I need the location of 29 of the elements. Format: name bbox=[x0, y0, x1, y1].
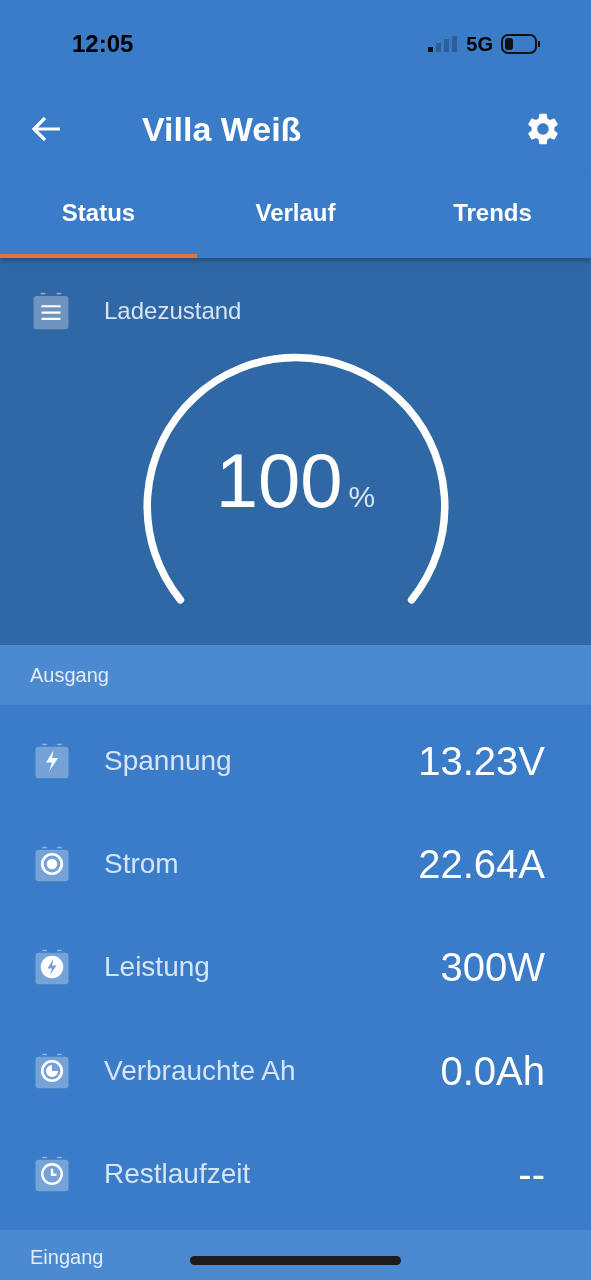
tab[interactable]: Verlauf bbox=[197, 170, 394, 258]
section-title: Eingang bbox=[30, 1244, 104, 1270]
page-title: Villa Weiß bbox=[142, 108, 302, 150]
bolt-icon bbox=[34, 742, 70, 779]
target-icon bbox=[34, 846, 70, 883]
tab[interactable]: Trends bbox=[394, 170, 591, 258]
row-value: 0.0Ah bbox=[440, 1047, 545, 1095]
gauge-label: Ladezustand bbox=[104, 296, 242, 326]
row-value: 13.23V bbox=[418, 737, 545, 785]
battery-icon bbox=[501, 34, 541, 54]
row-label: Restlaufzeit bbox=[104, 1157, 251, 1192]
battery-list-icon bbox=[32, 292, 70, 330]
row-label: Spannung bbox=[104, 743, 232, 778]
pie-clock-icon bbox=[34, 1052, 70, 1089]
bolt-icon bbox=[34, 949, 70, 986]
gauge-value: 100 bbox=[215, 443, 343, 519]
section-title: Ausgang bbox=[30, 663, 109, 688]
back-arrow-icon bbox=[30, 115, 62, 143]
row-label: Verbrauchte Ah bbox=[104, 1053, 296, 1088]
gauge-unit: % bbox=[348, 479, 376, 515]
row-value: 300W bbox=[440, 944, 545, 992]
network-label: 5G bbox=[466, 32, 493, 57]
row-value: -- bbox=[518, 1151, 545, 1199]
status-time: 12:05 bbox=[72, 29, 134, 59]
clock-icon bbox=[34, 1156, 70, 1193]
row-value: 22.64A bbox=[418, 841, 545, 889]
signal-icon bbox=[428, 36, 459, 52]
row-label: Strom bbox=[104, 847, 179, 882]
row-label: Leistung bbox=[104, 950, 210, 985]
